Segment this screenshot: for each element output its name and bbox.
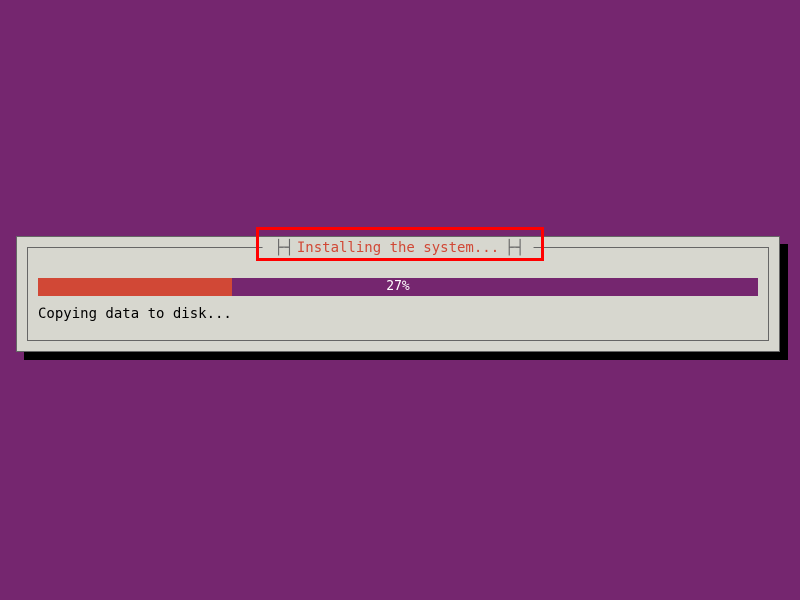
- progress-fill: [38, 278, 232, 296]
- dialog-border: ├─┤ Installing the system... ├─┤ 27% Cop…: [27, 247, 769, 341]
- progress-container: 27%: [38, 278, 758, 296]
- status-text: Copying data to disk...: [38, 306, 232, 322]
- progress-percent: 27%: [386, 278, 409, 296]
- progress-bar: 27%: [38, 278, 758, 296]
- annotation-highlight-box: [256, 227, 544, 261]
